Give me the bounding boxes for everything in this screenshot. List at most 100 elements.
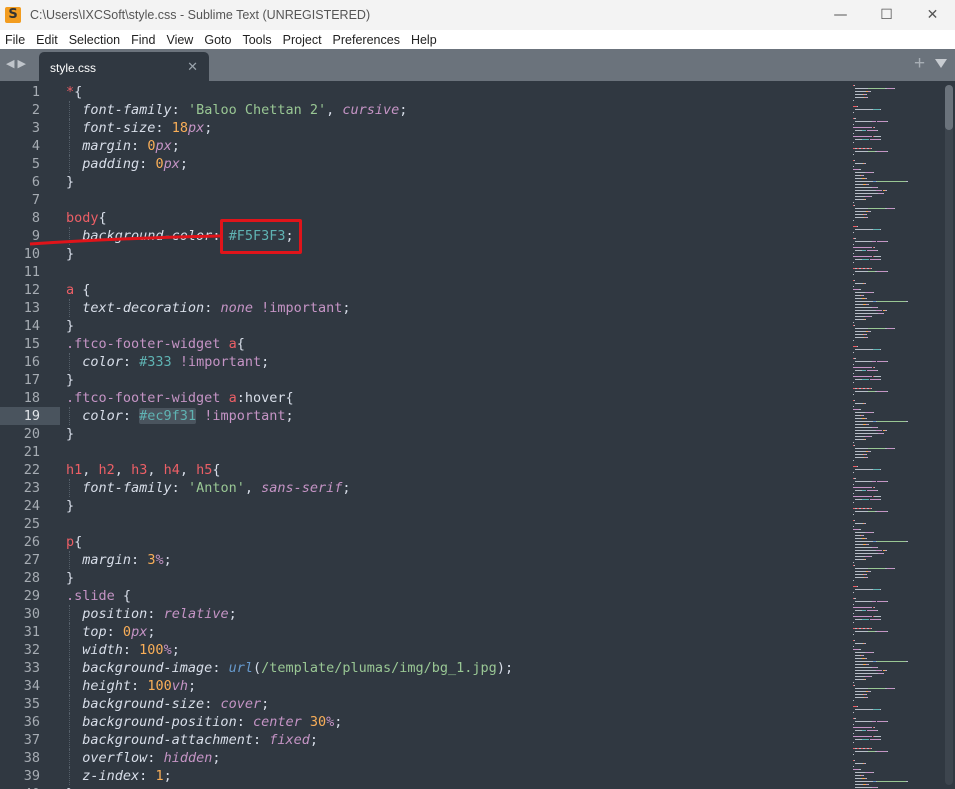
minimap-stroke [868, 448, 885, 449]
code-token: font-size [82, 120, 156, 136]
code-line[interactable]: 22 h1, h2, h3, h4, h5{ [0, 461, 840, 479]
new-tab-plus-icon[interactable]: + [914, 53, 925, 75]
minimap-stroke [877, 391, 887, 392]
menu-project[interactable]: Project [278, 33, 328, 47]
scrollbar-thumb[interactable] [945, 85, 953, 130]
menu-preferences[interactable]: Preferences [328, 33, 406, 47]
code-line[interactable]: 34 height: 100vh; [0, 677, 840, 695]
code-line[interactable]: 23 font-family: 'Anton', sans-serif; [0, 479, 840, 497]
code-line[interactable]: 27 margin: 3%; [0, 551, 840, 569]
line-code: *{ [66, 83, 82, 101]
code-line[interactable]: 5 padding: 0px; [0, 155, 840, 173]
code-line[interactable]: 40} [0, 785, 840, 789]
code-line[interactable]: 21 [0, 443, 840, 461]
close-button[interactable]: ✕ [910, 0, 955, 30]
code-line[interactable]: 1 *{ [0, 83, 840, 101]
minimap-stroke [867, 370, 877, 371]
code-line[interactable]: 33 background-image: url(/template/pluma… [0, 659, 840, 677]
tab-close-icon[interactable]: ✕ [187, 59, 198, 75]
code-token: none [220, 300, 253, 316]
code-line[interactable]: 14} [0, 317, 840, 335]
code-line[interactable]: 17} [0, 371, 840, 389]
code-line[interactable]: 30 position: relative; [0, 605, 840, 623]
code-line[interactable]: 19 color: #ec9f31 !important; [0, 407, 840, 425]
code-line[interactable]: 15 .ftco-footer-widget a{ [0, 335, 840, 353]
code-line[interactable]: 35 background-size: cover; [0, 695, 840, 713]
minimap-stroke [853, 496, 872, 497]
code-line[interactable]: 38 overflow: hidden; [0, 749, 840, 767]
tab-style-css[interactable]: style.css ✕ [39, 52, 209, 81]
line-number: 15 [23, 336, 40, 352]
code-token: : [139, 156, 156, 172]
minimap-stroke [906, 781, 908, 782]
code-line[interactable]: 28} [0, 569, 840, 587]
menu-file[interactable]: File [0, 33, 31, 47]
code-line[interactable]: 36 background-position: center 30%; [0, 713, 840, 731]
code-line[interactable]: 20} [0, 425, 840, 443]
code-line[interactable]: 8 body{ [0, 209, 840, 227]
minimap-stroke [854, 445, 855, 446]
menu-edit[interactable]: Edit [31, 33, 64, 47]
minimap-stroke [865, 643, 866, 644]
minimap-stroke [855, 532, 863, 533]
code-line[interactable]: 18 .ftco-footer-widget a:hover{ [0, 389, 840, 407]
code-line[interactable]: 13 text-decoration: none !important; [0, 299, 840, 317]
code-line[interactable]: 2 font-family: 'Baloo Chettan 2', cursiv… [0, 101, 840, 119]
menu-tools[interactable]: Tools [237, 33, 277, 47]
minimap-stroke [854, 400, 855, 401]
minimap-stroke [853, 733, 854, 734]
minimap-stroke [887, 241, 888, 242]
minimap-stroke [853, 727, 872, 728]
maximize-button[interactable]: ☐ [864, 0, 909, 30]
code-line[interactable]: 16 color: #333 !important; [0, 353, 840, 371]
minimap-stroke [855, 457, 862, 458]
code-line[interactable]: 31 top: 0px; [0, 623, 840, 641]
code-line[interactable]: 32 width: 100%; [0, 641, 840, 659]
tab-menu-triangle-icon[interactable] [935, 59, 947, 68]
code-line[interactable]: 39 z-index: 1; [0, 767, 840, 785]
code-token: ; [399, 102, 408, 118]
line-number: 21 [23, 444, 40, 460]
code-line[interactable]: 37 background-attachment: fixed; [0, 731, 840, 749]
menu-goto[interactable]: Goto [199, 33, 237, 47]
menu-view[interactable]: View [161, 33, 199, 47]
minimap-stroke [873, 772, 874, 773]
indent-guide [69, 299, 70, 317]
line-number: 10 [23, 246, 40, 262]
code-token: : [236, 714, 253, 730]
minimap-stroke [874, 616, 881, 617]
code-line[interactable]: 3 font-size: 18px; [0, 119, 840, 137]
minimize-button[interactable]: — [818, 0, 863, 30]
menu-selection[interactable]: Selection [64, 33, 126, 47]
minimap-stroke [873, 229, 880, 230]
minimap-stroke [877, 301, 906, 302]
code-line[interactable]: 9 background-color: #F5F3F3; [0, 227, 840, 245]
code-line[interactable]: 26 p{ [0, 533, 840, 551]
code-editor[interactable]: 1 *{2 font-family: 'Baloo Chettan 2', cur… [0, 81, 955, 789]
code-line[interactable]: 11 [0, 263, 840, 281]
code-line[interactable]: 24} [0, 497, 840, 515]
vertical-scrollbar[interactable] [945, 85, 953, 785]
minimap-stroke [855, 316, 863, 317]
menu-find[interactable]: Find [126, 33, 161, 47]
minimap-stroke [855, 241, 870, 242]
minimap-stroke [887, 391, 888, 392]
tab-nav-arrows-icon[interactable]: ◀▶ [6, 57, 29, 70]
code-token: margin [82, 138, 132, 154]
menu-help[interactable]: Help [406, 33, 443, 47]
line-code: } [66, 497, 74, 515]
minimap-stroke [876, 190, 882, 191]
code-line[interactable]: 29 .slide { [0, 587, 840, 605]
code-line[interactable]: 6} [0, 173, 840, 191]
code-token: p [66, 534, 75, 550]
minimap[interactable] [853, 81, 943, 789]
code-line[interactable]: 10} [0, 245, 840, 263]
code-line[interactable]: 7 [0, 191, 840, 209]
code-line[interactable]: 4 margin: 0px; [0, 137, 840, 155]
minimap-stroke [867, 697, 868, 698]
code-line[interactable]: 25 [0, 515, 840, 533]
code-line[interactable]: 12 a { [0, 281, 840, 299]
line-code: } [66, 425, 74, 443]
